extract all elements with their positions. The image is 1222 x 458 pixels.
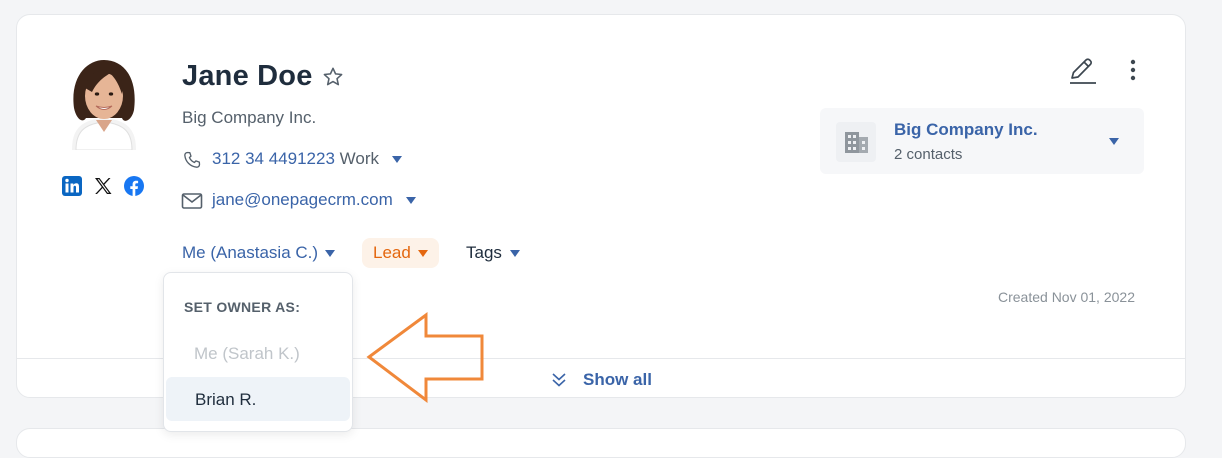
mail-icon — [181, 192, 203, 215]
phone-caret-icon[interactable] — [391, 156, 402, 164]
company-name[interactable]: Big Company Inc. — [182, 108, 316, 128]
dropdown-header: SET OWNER AS: — [184, 299, 301, 315]
email-address[interactable]: jane@onepagecrm.com — [212, 190, 393, 209]
phone-number[interactable]: 312 34 4491223 — [212, 149, 335, 168]
owner-label[interactable]: Me (Anastasia C.) — [182, 243, 318, 262]
status-caret-icon[interactable] — [417, 250, 428, 258]
email-field[interactable]: jane@onepagecrm.com — [212, 190, 417, 210]
tags-label[interactable]: Tags — [466, 243, 502, 262]
linkedin-icon[interactable] — [61, 175, 83, 197]
star-icon[interactable] — [322, 66, 344, 93]
tags-selector[interactable]: Tags — [466, 243, 520, 263]
company-card-contacts: 2 contacts — [894, 146, 963, 163]
building-icon — [836, 122, 876, 162]
phone-field[interactable]: 312 34 4491223 Work — [212, 149, 402, 169]
company-card-name[interactable]: Big Company Inc. — [894, 120, 1038, 140]
x-icon[interactable] — [92, 175, 114, 197]
owner-dropdown: SET OWNER AS: Me (Sarah K.) Brian R. — [163, 272, 353, 432]
show-all-label[interactable]: Show all — [583, 370, 652, 390]
company-caret-icon[interactable] — [1109, 138, 1119, 145]
tags-caret-icon[interactable] — [509, 250, 520, 258]
owner-option-brian-label[interactable]: Brian R. — [195, 390, 256, 410]
arrow-left-icon — [366, 312, 486, 409]
avatar — [66, 58, 142, 150]
status-badge[interactable]: Lead — [362, 238, 439, 268]
owner-caret-icon[interactable] — [324, 250, 335, 258]
contact-name: Jane Doe — [182, 60, 313, 92]
owner-selector[interactable]: Me (Anastasia C.) — [182, 243, 335, 263]
edit-icon[interactable] — [1066, 56, 1098, 91]
owner-option-sarah[interactable]: Me (Sarah K.) — [194, 344, 300, 364]
chevron-double-down-icon — [550, 371, 568, 394]
status-label[interactable]: Lead — [373, 243, 411, 262]
phone-type: Work — [339, 149, 379, 168]
more-icon[interactable] — [1126, 58, 1140, 87]
facebook-icon[interactable] — [123, 175, 145, 197]
owner-option-brian[interactable]: Brian R. — [166, 377, 350, 421]
created-date: Created Nov 01, 2022 — [998, 289, 1135, 305]
next-card — [16, 428, 1186, 458]
email-caret-icon[interactable] — [406, 197, 417, 205]
company-card[interactable]: Big Company Inc. 2 contacts — [820, 108, 1144, 174]
phone-icon — [182, 150, 202, 175]
